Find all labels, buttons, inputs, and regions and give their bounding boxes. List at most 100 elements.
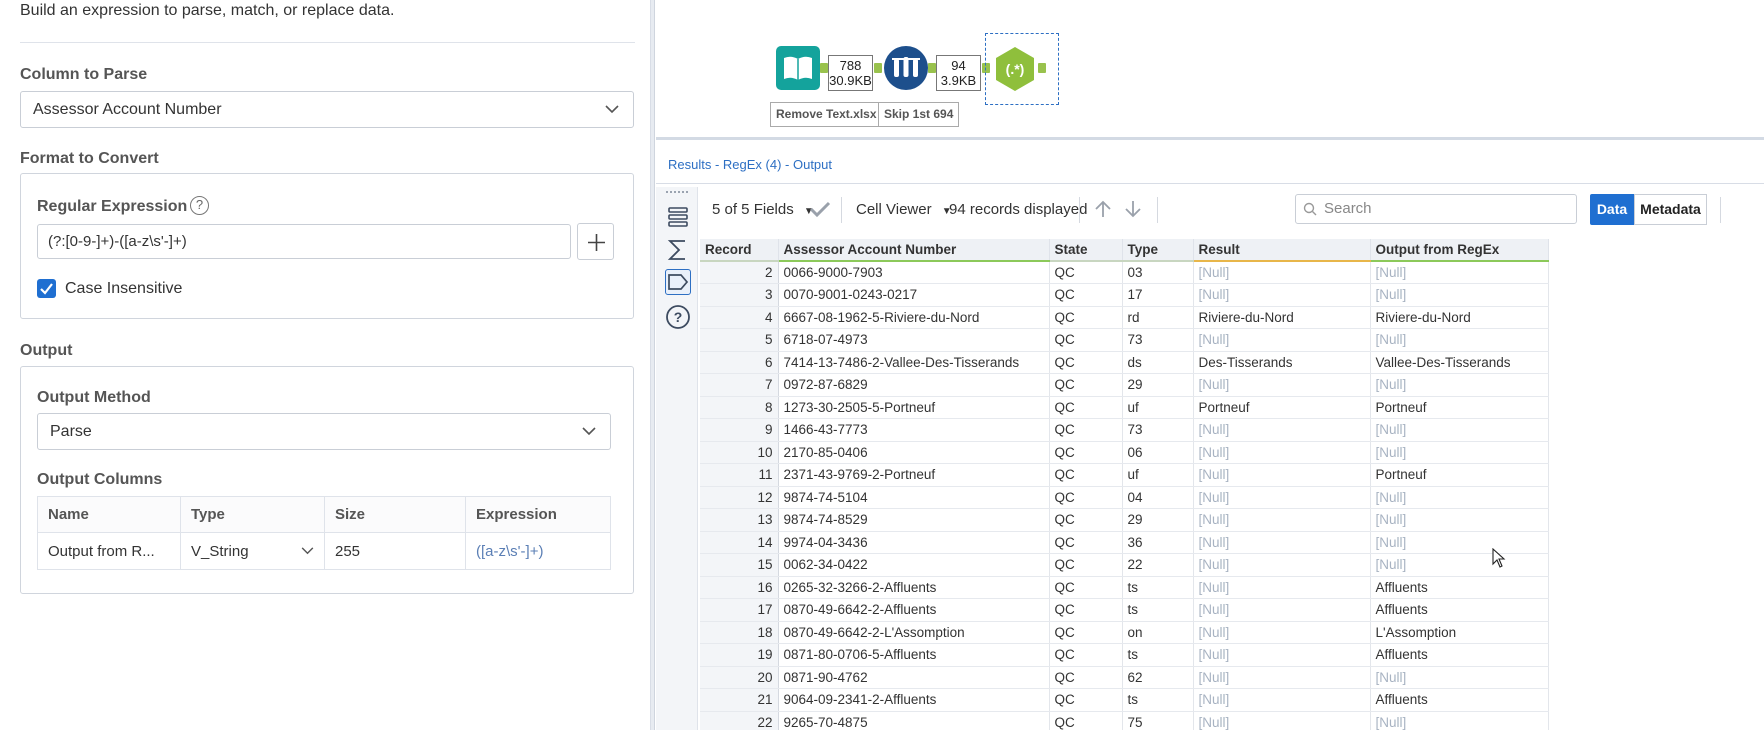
result-cell[interactable]: [Null]: [1193, 711, 1371, 730]
type-cell[interactable]: ts: [1122, 688, 1194, 712]
record-cell[interactable]: 22: [700, 711, 779, 730]
result-cell[interactable]: [Null]: [1193, 621, 1371, 644]
cell-viewer-dropdown[interactable]: Cell Viewer ▼: [856, 201, 952, 218]
assessor-account-cell[interactable]: 9874-74-8529: [778, 508, 1050, 532]
result-cell[interactable]: [Null]: [1193, 531, 1371, 554]
drag-handle[interactable]: [666, 191, 688, 193]
state-cell[interactable]: QC: [1049, 396, 1123, 419]
type-cell[interactable]: 29: [1122, 373, 1194, 397]
table-row[interactable]: 18 0870-49-6642-2-L'Assomption QC on [Null] L…: [700, 621, 1549, 644]
record-cell[interactable]: 6: [700, 351, 779, 374]
output-anchor[interactable]: [820, 63, 828, 73]
type-cell[interactable]: on: [1122, 621, 1194, 644]
state-cell[interactable]: QC: [1049, 261, 1123, 284]
result-cell[interactable]: [Null]: [1193, 553, 1371, 577]
output-cell[interactable]: [Null]: [1370, 553, 1549, 577]
table-row[interactable]: 6 7414-13-7486-2-Vallee-Des-Tisserands QC d…: [700, 351, 1549, 374]
type-cell[interactable]: 22: [1122, 553, 1194, 577]
assessor-account-cell[interactable]: 0870-49-6642-2-L'Assomption: [778, 621, 1050, 644]
table-row[interactable]: 11 2371-43-9769-2-Portneuf QC uf [Null] Portn…: [700, 463, 1549, 487]
result-cell[interactable]: [Null]: [1193, 463, 1371, 487]
assessor-account-cell[interactable]: 9874-74-5104: [778, 486, 1050, 509]
assessor-account-cell[interactable]: 7414-13-7486-2-Vallee-Des-Tisserands: [778, 351, 1050, 374]
type-cell[interactable]: 62: [1122, 666, 1194, 689]
assessor-account-cell[interactable]: 0062-34-0422: [778, 553, 1050, 577]
record-cell[interactable]: 8: [700, 396, 779, 419]
header-result[interactable]: Result: [1193, 239, 1371, 262]
table-row[interactable]: 22 9265-70-4875 QC 75 [Null] [Null]: [700, 711, 1549, 730]
regex-input[interactable]: (?:[0-9-]+)-([a-z\s'-]+): [37, 224, 571, 259]
type-cell[interactable]: 29: [1122, 508, 1194, 532]
result-cell[interactable]: [Null]: [1193, 441, 1371, 464]
result-cell[interactable]: [Null]: [1193, 576, 1371, 599]
record-cell[interactable]: 21: [700, 688, 779, 712]
output-cell[interactable]: [Null]: [1370, 441, 1549, 464]
type-cell[interactable]: 36: [1122, 531, 1194, 554]
table-row[interactable]: 2 0066-9000-7903 QC 03 [Null] [Null]: [700, 261, 1549, 284]
output-cell[interactable]: Affluents: [1370, 688, 1549, 712]
result-cell[interactable]: [Null]: [1193, 643, 1371, 667]
type-cell[interactable]: 75: [1122, 711, 1194, 730]
record-cell[interactable]: 2: [700, 261, 779, 284]
type-cell[interactable]: 03: [1122, 261, 1194, 284]
output-cell[interactable]: Affluents: [1370, 576, 1549, 599]
header-type[interactable]: Type: [1122, 239, 1194, 262]
output-method-select[interactable]: Parse: [37, 413, 611, 450]
result-cell[interactable]: [Null]: [1193, 418, 1371, 442]
type-cell[interactable]: ts: [1122, 598, 1194, 622]
type-cell[interactable]: 17: [1122, 283, 1194, 307]
result-cell[interactable]: [Null]: [1193, 486, 1371, 509]
type-cell[interactable]: uf: [1122, 463, 1194, 487]
table-row[interactable]: 13 9874-74-8529 QC 29 [Null] [Null]: [700, 508, 1549, 532]
record-cell[interactable]: 18: [700, 621, 779, 644]
table-row[interactable]: Output from R... V_String 255 ([a-z\s'-]…: [37, 532, 611, 570]
output-cell[interactable]: [Null]: [1370, 418, 1549, 442]
input-data-tool[interactable]: [776, 46, 820, 90]
state-cell[interactable]: QC: [1049, 351, 1123, 374]
workflow-canvas[interactable]: 788 30.9KB Remove Text.xlsx 94 3.9KB Ski…: [656, 0, 1764, 140]
type-cell[interactable]: ds: [1122, 351, 1194, 374]
column-to-parse-select[interactable]: Assessor Account Number: [20, 91, 634, 128]
assessor-account-cell[interactable]: 6667-08-1962-5-Riviere-du-Nord: [778, 306, 1050, 329]
assessor-account-cell[interactable]: 2170-85-0406: [778, 441, 1050, 464]
checkmark-icon[interactable]: [809, 200, 831, 222]
output-cell[interactable]: [Null]: [1370, 508, 1549, 532]
header-assessor-account-number[interactable]: Assessor Account Number: [778, 239, 1050, 262]
type-cell[interactable]: 06: [1122, 441, 1194, 464]
sample-tool[interactable]: [884, 46, 928, 90]
add-expression-button[interactable]: [577, 223, 614, 260]
table-row[interactable]: 3 0070-9001-0243-0217 QC 17 [Null] [Null]: [700, 283, 1549, 307]
output-cell[interactable]: Vallee-Des-Tisserands: [1370, 351, 1549, 374]
state-cell[interactable]: QC: [1049, 576, 1123, 599]
output-cell[interactable]: L'Assomption: [1370, 621, 1549, 644]
result-cell[interactable]: [Null]: [1193, 373, 1371, 397]
panel-splitter[interactable]: [651, 0, 655, 730]
table-row[interactable]: 15 0062-34-0422 QC 22 [Null] [Null]: [700, 553, 1549, 577]
state-cell[interactable]: QC: [1049, 486, 1123, 509]
output-anchor[interactable]: [1038, 63, 1046, 73]
output-cell[interactable]: [Null]: [1370, 261, 1549, 284]
output-cell[interactable]: [Null]: [1370, 486, 1549, 509]
state-cell[interactable]: QC: [1049, 328, 1123, 352]
output-cell[interactable]: [Null]: [1370, 711, 1549, 730]
output-cell[interactable]: [Null]: [1370, 283, 1549, 307]
case-insensitive-checkbox[interactable]: [37, 279, 56, 298]
arrow-down-icon[interactable]: [1123, 199, 1143, 223]
state-cell[interactable]: QC: [1049, 688, 1123, 712]
assessor-account-cell[interactable]: 0871-90-4762: [778, 666, 1050, 689]
record-cell[interactable]: 20: [700, 666, 779, 689]
state-cell[interactable]: QC: [1049, 373, 1123, 397]
column-name-cell[interactable]: Output from R...: [37, 532, 181, 570]
header-record[interactable]: Record: [700, 239, 779, 262]
record-cell[interactable]: 5: [700, 328, 779, 352]
output-cell[interactable]: [Null]: [1370, 373, 1549, 397]
record-cell[interactable]: 9: [700, 418, 779, 442]
assessor-account-cell[interactable]: 9064-09-2341-2-Affluents: [778, 688, 1050, 712]
type-cell[interactable]: uf: [1122, 396, 1194, 419]
record-cell[interactable]: 3: [700, 283, 779, 307]
table-row[interactable]: 10 2170-85-0406 QC 06 [Null] [Null]: [700, 441, 1549, 464]
sigma-icon[interactable]: [665, 237, 691, 263]
assessor-account-cell[interactable]: 0066-9000-7903: [778, 261, 1050, 284]
output-cell[interactable]: Affluents: [1370, 598, 1549, 622]
record-cell[interactable]: 19: [700, 643, 779, 667]
